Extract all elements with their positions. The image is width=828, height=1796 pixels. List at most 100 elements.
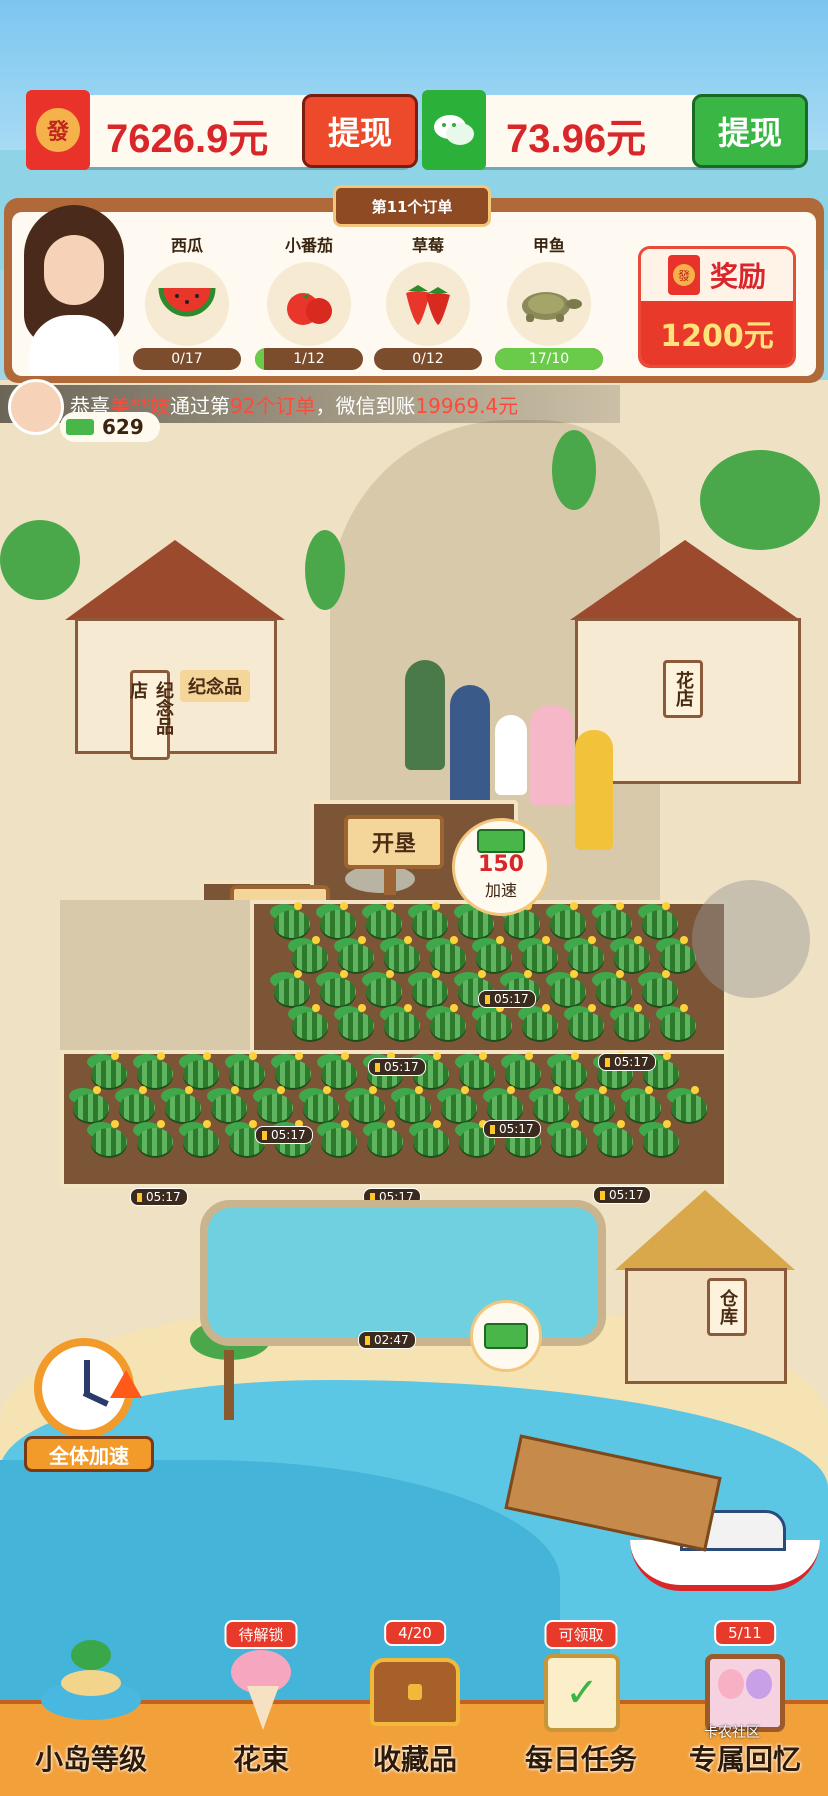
- fish-pond[interactable]: [200, 1200, 606, 1346]
- watermelon-crop: [411, 978, 448, 1006]
- watermelon-crop: [475, 944, 512, 972]
- crop-flower: [357, 1004, 366, 1012]
- souvenir-shop-building[interactable]: 纪念品店 纪念品: [60, 540, 290, 760]
- watermelon-crop: [551, 1060, 588, 1088]
- crop-flower: [661, 970, 670, 978]
- bouquet-icon: [221, 1650, 301, 1730]
- crop-flower: [403, 936, 412, 944]
- watermelon-crop: [303, 1094, 340, 1122]
- watermelon-crop: [291, 1012, 328, 1040]
- watermelon-crop: [551, 1128, 588, 1156]
- watermelon-crop: [613, 944, 650, 972]
- order-reward-button[interactable]: 發 奖励 1200元: [638, 246, 796, 368]
- watermelon-crop: [183, 1060, 220, 1088]
- crop-timer: 05:17: [593, 1186, 651, 1204]
- watermelon-crop: [319, 978, 356, 1006]
- tree-icon: [552, 430, 596, 510]
- crop-flower: [587, 1004, 596, 1012]
- watermelon-crop: [383, 1012, 420, 1040]
- watermelon-crop: [595, 910, 632, 938]
- watermelon-crop: [595, 978, 632, 1006]
- order-progress-fill: [255, 348, 264, 370]
- avatar[interactable]: [14, 205, 134, 375]
- watermelon-crop: [349, 1094, 386, 1122]
- cash-bubble[interactable]: [470, 1300, 542, 1372]
- joystick-button[interactable]: [692, 880, 810, 998]
- watermelon-crop: [641, 978, 678, 1006]
- watermelon-crop: [91, 1060, 128, 1088]
- watermelon-crop: [137, 1128, 174, 1156]
- nav-collectibles[interactable]: 4/20 收藏品: [340, 1620, 490, 1792]
- souvenir-shop-sign: 纪念品店: [127, 670, 174, 760]
- tree-icon: [305, 530, 345, 610]
- nav-memories[interactable]: 5/11 专属回忆: [670, 1620, 820, 1792]
- reclaim-sign-button[interactable]: 开垦: [344, 815, 444, 869]
- task-scroll-icon: ✓: [544, 1654, 620, 1732]
- red-withdraw-button[interactable]: 提现: [302, 94, 418, 168]
- order-title: 第11个订单: [333, 185, 491, 227]
- watermelon-crop: [367, 1128, 404, 1156]
- watermelon-crop: [641, 910, 678, 938]
- watermelon-crop: [257, 1094, 294, 1122]
- flower-shop-sign: 花店: [663, 660, 703, 718]
- speedup-bubble[interactable]: 150 加速: [452, 818, 550, 916]
- wechat-withdraw-button[interactable]: 提现: [692, 94, 808, 168]
- crop-flower: [293, 970, 302, 978]
- watermelon-crop: [165, 1094, 202, 1122]
- crop-flower: [449, 1004, 458, 1012]
- strawberry-icon: [386, 262, 470, 346]
- crop-flower: [403, 1004, 412, 1012]
- watermelon-crop: [521, 1012, 558, 1040]
- order-item-name: 西瓜: [170, 236, 203, 255]
- global-speedup-button[interactable]: 全体加速: [24, 1330, 154, 1472]
- watermelon-crop: [273, 978, 310, 1006]
- watermelon-crop: [671, 1094, 708, 1122]
- nav-island-level[interactable]: 小岛等级: [16, 1620, 166, 1792]
- watermelon-crop: [505, 1060, 542, 1088]
- watermelon-crop: [73, 1094, 110, 1122]
- nav-badge: 可领取: [544, 1620, 618, 1649]
- watermelon-crop: [183, 1128, 220, 1156]
- watermelon-crop: [533, 1094, 570, 1122]
- watermelon-crop: [337, 1012, 374, 1040]
- watermelon-crop: [91, 1128, 128, 1156]
- crop-flower: [385, 902, 394, 910]
- crop-flower: [477, 970, 486, 978]
- crop-flower: [385, 970, 394, 978]
- order-item-strawberry[interactable]: 草莓 0/12: [373, 232, 483, 370]
- crop-flower: [311, 936, 320, 944]
- crop-flower: [541, 936, 550, 944]
- nav-badge: 5/11: [714, 1620, 776, 1646]
- nav-label: 小岛等级: [34, 1743, 147, 1776]
- order-item-name: 小番茄: [284, 236, 333, 255]
- cash-icon: [484, 1323, 528, 1349]
- crop-flower: [679, 936, 688, 944]
- crop-flower: [615, 902, 624, 910]
- watermelon-crop: [321, 1128, 358, 1156]
- watermelon-crop: [321, 1060, 358, 1088]
- nav-bouquet[interactable]: 待解锁 花束: [186, 1620, 336, 1792]
- global-speedup-label: 全体加速: [24, 1436, 154, 1472]
- order-progress: 1/12: [255, 348, 363, 370]
- watermelon-crop: [643, 1128, 680, 1156]
- crop-flower: [357, 936, 366, 944]
- order-item-name: 甲鱼: [532, 236, 565, 255]
- watermelon-crop: [521, 944, 558, 972]
- crop-flower: [615, 970, 624, 978]
- order-item-watermelon[interactable]: 西瓜 0/17: [132, 232, 242, 370]
- order-item-turtle[interactable]: 甲鱼 17/10: [494, 232, 604, 370]
- order-item-tomato[interactable]: 小番茄 1/12: [254, 232, 364, 370]
- palm-trunk: [224, 1350, 234, 1420]
- watermelon-crop: [395, 1094, 432, 1122]
- warehouse-building[interactable]: 仓库: [615, 1190, 795, 1390]
- crop-flower: [293, 902, 302, 910]
- watermelon-crop: [567, 1012, 604, 1040]
- crop-flower: [587, 936, 596, 944]
- watermelon-crop: [579, 1094, 616, 1122]
- ticker-avatar: [8, 379, 64, 435]
- watermelon-crop: [337, 944, 374, 972]
- nav-daily-tasks[interactable]: 可领取 ✓ 每日任务: [506, 1620, 656, 1792]
- pond-timer: 02:47: [358, 1331, 416, 1349]
- crop-flower: [431, 902, 440, 910]
- crop-flower: [339, 902, 348, 910]
